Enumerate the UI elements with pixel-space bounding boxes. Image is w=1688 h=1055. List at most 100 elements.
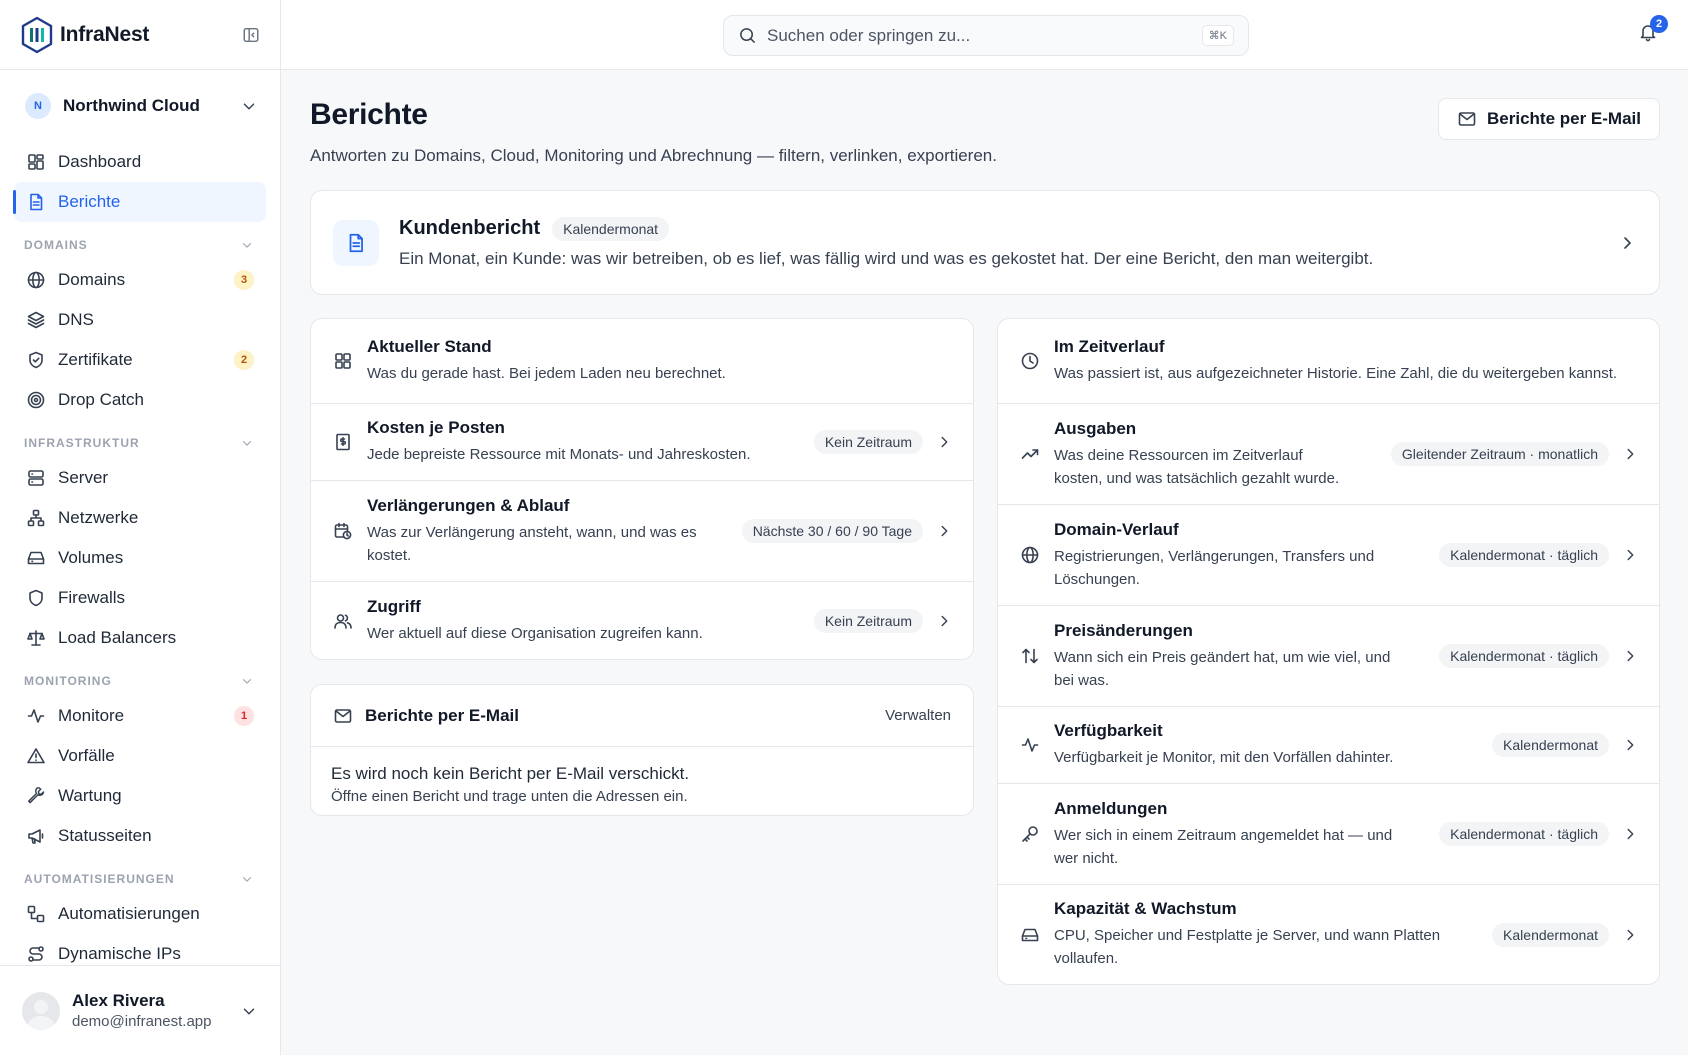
server-icon: [28, 470, 44, 486]
sidebar-item-label: Server: [58, 468, 109, 487]
section-title: Im Zeitverlauf: [1054, 337, 1165, 356]
user-silhouette-icon: [27, 999, 55, 1030]
section-header-domains[interactable]: DOMAINS: [14, 222, 266, 260]
document-icon: [349, 233, 363, 252]
report-description: CPU, Speicher und Festplatte je Server, …: [1054, 927, 1441, 967]
report-row-anmeldungen[interactable]: Anmeldungen Wer sich in einem Zeitraum a…: [998, 783, 1659, 884]
featured-icon-wrap: [333, 219, 379, 266]
report-title: Preisänderungen: [1054, 620, 1193, 640]
section-label: MONITORING: [24, 674, 112, 688]
notifications-button[interactable]: 2: [1638, 15, 1668, 42]
report-description: Was zur Verlängerung ansteht, wann, und …: [367, 523, 697, 564]
chevron-right-icon: [1627, 650, 1634, 662]
report-row-preisaenderungen[interactable]: Preisänderungen Wann sich ein Preis geän…: [998, 605, 1659, 706]
sidebar-item-label: Statusseiten: [58, 826, 152, 845]
report-title: Verlängerungen & Ablauf: [367, 495, 570, 515]
alert-triangle-icon: [27, 748, 45, 764]
featured-report-customer[interactable]: Kundenbericht Kalendermonat Ein Monat, e…: [310, 190, 1660, 295]
zertifikate-count-badge: 2: [234, 350, 254, 370]
sidebar-item-label: Wartung: [58, 786, 122, 805]
search-icon: [740, 28, 755, 43]
sidebar-item-label: Dashboard: [58, 152, 142, 171]
report-period-pill: Gleitender Zeitraum · monatlich: [1390, 442, 1609, 466]
report-row-domain-verlauf[interactable]: Domain-Verlauf Registrierungen, Verlänge…: [998, 504, 1659, 605]
report-title: Zugriff: [367, 596, 421, 616]
report-row-verlaengerungen[interactable]: Verlängerungen & Ablauf Was zur Verlänge…: [311, 480, 973, 581]
org-switcher[interactable]: N Northwind Cloud: [0, 70, 280, 142]
sidebar-item-firewalls[interactable]: Firewalls: [14, 578, 266, 618]
report-row-verfuegbarkeit[interactable]: Verfügbarkeit Verfügbarkeit je Monitor, …: [998, 706, 1659, 783]
users-icon: [334, 613, 352, 629]
report-description: Registrierungen, Verlängerungen, Transfe…: [1054, 547, 1375, 588]
chevron-right-icon: [1627, 828, 1634, 840]
user-menu[interactable]: Alex Rivera demo@infranest.app: [0, 965, 280, 1055]
report-title: Anmeldungen: [1054, 798, 1168, 818]
topbar: ⌘K 2: [281, 0, 1688, 70]
sidebar-item-berichte[interactable]: Berichte: [13, 182, 266, 222]
sidebar-item-server[interactable]: Server: [14, 458, 266, 498]
chevron-down-icon: [242, 243, 252, 248]
featured-description: Ein Monat, ein Kunde: was wir betreiben,…: [399, 248, 1374, 268]
empty-state-description: Öffne einen Bericht und trage unten die …: [331, 788, 688, 805]
section-header-infrastruktur[interactable]: INFRASTRUKTUR: [14, 420, 266, 458]
sidebar-item-label: Firewalls: [58, 588, 126, 607]
sidebar-item-zertifikate[interactable]: Zertifikate 2: [14, 340, 266, 380]
sidebar-item-label: Monitore: [58, 706, 125, 725]
report-period-pill: Nächste 30 / 60 / 90 Tage: [741, 519, 923, 543]
report-period-pill: Kein Zeitraum: [813, 430, 923, 454]
shield-icon: [29, 589, 43, 607]
sidebar-item-vorfaelle[interactable]: Vorfälle: [14, 736, 266, 776]
clock-icon: [1021, 352, 1039, 370]
chevron-down-icon: [243, 103, 255, 110]
chevron-down-icon: [242, 877, 252, 882]
report-title: Ausgaben: [1054, 418, 1137, 438]
chevron-right-icon: [1627, 549, 1634, 561]
report-row-zugriff[interactable]: Zugriff Wer aktuell auf diese Organisati…: [311, 581, 973, 659]
shield-check-icon: [29, 351, 43, 369]
notification-count-badge: 2: [1650, 15, 1668, 33]
sidebar-item-volumes[interactable]: Volumes: [14, 538, 266, 578]
chevron-down-icon: [242, 441, 252, 446]
chevron-right-icon: [1627, 448, 1634, 460]
section-description: Was passiert ist, aus aufgezeichneter Hi…: [1054, 365, 1618, 382]
report-period-pill: Kalendermonat · täglich: [1439, 822, 1609, 846]
email-reports-button[interactable]: Berichte per E-Mail: [1438, 98, 1660, 140]
sidebar-collapse-icon[interactable]: [242, 26, 260, 44]
report-description: Wann sich ein Preis geändert hat, um wie…: [1054, 648, 1391, 689]
sidebar-item-label: Domains: [58, 270, 126, 289]
sidebar-item-drop-catch[interactable]: Drop Catch: [14, 380, 266, 420]
sidebar-item-netzwerke[interactable]: Netzwerke: [14, 498, 266, 538]
sidebar-item-wartung[interactable]: Wartung: [14, 776, 266, 816]
history-header: Im Zeitverlauf Was passiert ist, aus auf…: [998, 319, 1659, 403]
trending-up-icon: [1021, 449, 1039, 459]
history-card: Im Zeitverlauf Was passiert ist, aus auf…: [997, 318, 1660, 985]
section-header-monitoring[interactable]: MONITORING: [14, 658, 266, 696]
sidebar-item-load-balancers[interactable]: Load Balancers: [14, 618, 266, 658]
report-row-ausgaben[interactable]: Ausgaben Was deine Ressourcen im Zeitver…: [998, 403, 1659, 504]
mail-icon: [334, 708, 352, 723]
hard-drive-icon: [27, 551, 45, 565]
search-input[interactable]: [767, 25, 1202, 46]
search-bar[interactable]: ⌘K: [723, 15, 1249, 56]
report-period-pill: Kein Zeitraum: [813, 608, 923, 633]
hard-drive-icon: [1021, 928, 1039, 941]
sidebar-item-statusseiten[interactable]: Statusseiten: [14, 816, 266, 856]
sidebar-item-monitore[interactable]: Monitore 1: [14, 696, 266, 736]
receipt-icon: [336, 433, 350, 451]
report-row-kapazitaet[interactable]: Kapazität & Wachstum CPU, Speicher und F…: [998, 884, 1659, 984]
grid-icon: [335, 353, 351, 369]
section-header-automatisierungen[interactable]: AUTOMATISIERUNGEN: [14, 856, 266, 894]
report-period-pill: Kalendermonat · täglich: [1439, 644, 1609, 668]
target-icon: [27, 391, 45, 409]
report-row-kosten[interactable]: Kosten je Posten Jede bepreiste Ressourc…: [311, 403, 973, 480]
empty-state-title: Es wird noch kein Bericht per E-Mail ver…: [331, 764, 690, 783]
layers-icon: [27, 311, 45, 329]
sidebar-item-automatisierungen[interactable]: Automatisierungen: [14, 894, 266, 934]
page-subtitle: Antworten zu Domains, Cloud, Monitoring …: [310, 146, 997, 165]
sidebar-item-dns[interactable]: DNS: [14, 300, 266, 340]
sidebar-item-dashboard[interactable]: Dashboard: [14, 142, 266, 182]
wrench-icon: [28, 787, 45, 804]
sidebar-item-domains[interactable]: Domains 3: [14, 260, 266, 300]
manage-link[interactable]: Verwalten: [885, 707, 951, 724]
monitore-count-badge: 1: [234, 706, 254, 726]
